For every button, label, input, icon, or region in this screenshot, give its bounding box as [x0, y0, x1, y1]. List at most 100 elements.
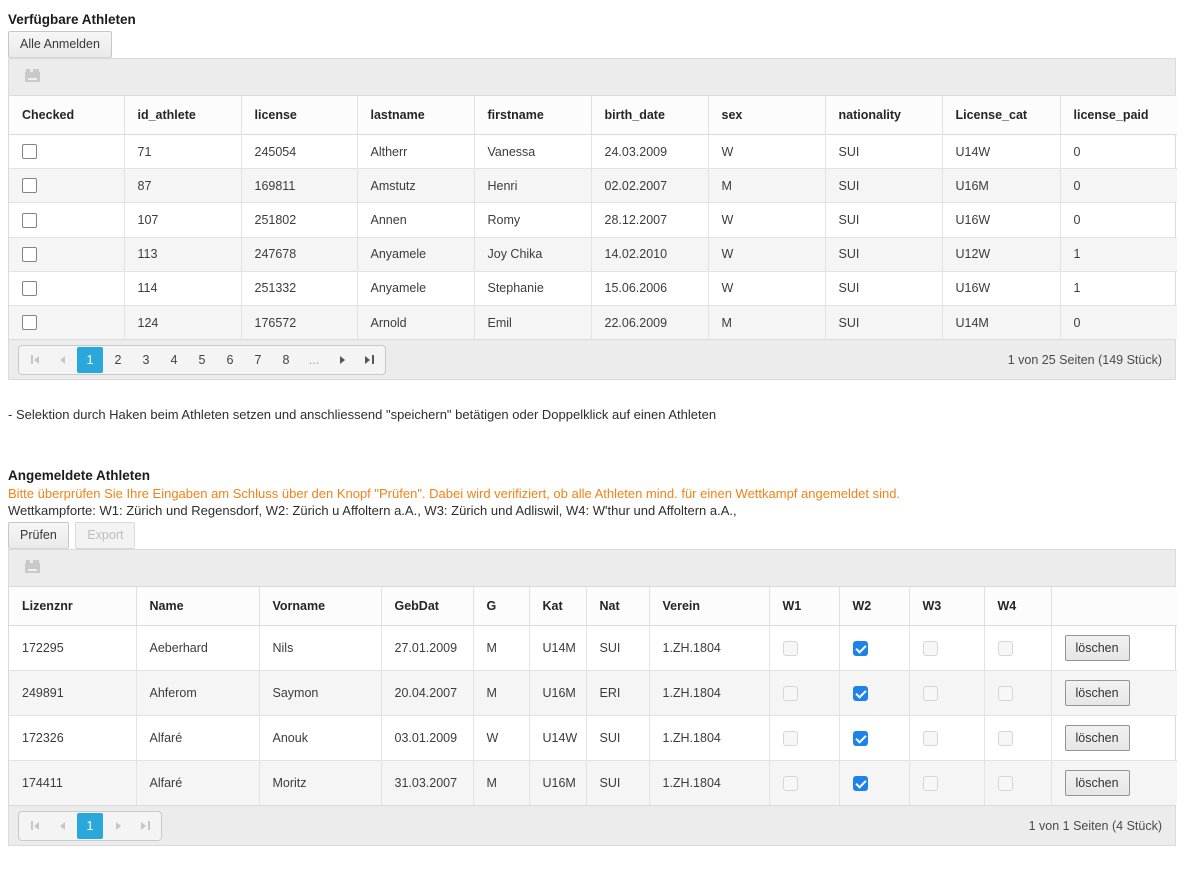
cell-g: M	[473, 626, 529, 671]
previous-page-icon[interactable]	[49, 347, 75, 373]
cell-license: 251802	[241, 203, 357, 237]
row-select-checkbox[interactable]	[22, 315, 37, 330]
cell-id_athlete: 107	[124, 203, 241, 237]
table-row[interactable]: 113247678AnyameleJoy Chika14.02.2010WSUI…	[9, 237, 1177, 271]
save-icon[interactable]	[25, 560, 40, 573]
cell-w2	[839, 716, 909, 761]
w4-checkbox[interactable]	[998, 686, 1013, 701]
pager-page-button-2[interactable]: 2	[105, 347, 131, 373]
column-header-firstname[interactable]: firstname	[474, 96, 591, 135]
column-header-w3[interactable]: W3	[909, 587, 984, 626]
column-header-nat[interactable]: Nat	[586, 587, 649, 626]
table-row[interactable]: 249891AhferomSaymon20.04.2007MU16MERI1.Z…	[9, 671, 1177, 716]
w3-checkbox[interactable]	[923, 641, 938, 656]
w3-checkbox[interactable]	[923, 776, 938, 791]
last-page-icon[interactable]	[133, 813, 159, 839]
column-header-license[interactable]: license	[241, 96, 357, 135]
cell-nationality: SUI	[825, 271, 942, 305]
column-header-verein[interactable]: Verein	[649, 587, 769, 626]
w4-checkbox[interactable]	[998, 776, 1013, 791]
last-page-icon[interactable]	[357, 347, 383, 373]
column-header-vorname[interactable]: Vorname	[259, 587, 381, 626]
cell-birth_date: 24.03.2009	[591, 135, 708, 169]
pager-page-button-1[interactable]: 1	[77, 347, 103, 373]
column-header-nationality[interactable]: nationality	[825, 96, 942, 135]
first-page-icon[interactable]	[21, 813, 47, 839]
column-header-sex[interactable]: sex	[708, 96, 825, 135]
save-icon[interactable]	[25, 69, 40, 82]
column-header-gebdat[interactable]: GebDat	[381, 587, 473, 626]
column-header-g[interactable]: G	[473, 587, 529, 626]
column-header-lizenznr[interactable]: Lizenznr	[9, 587, 136, 626]
pager-buttons: 12345678...	[18, 345, 386, 375]
column-header-lastname[interactable]: lastname	[357, 96, 474, 135]
next-page-icon[interactable]	[329, 347, 355, 373]
delete-button[interactable]: löschen	[1065, 725, 1130, 751]
column-header-license-paid[interactable]: license_paid	[1060, 96, 1177, 135]
table-row[interactable]: 107251802AnnenRomy28.12.2007WSUIU16W0	[9, 203, 1177, 237]
cell-name: Ahferom	[136, 671, 259, 716]
column-header-birth-date[interactable]: birth_date	[591, 96, 708, 135]
cell-license_paid: 1	[1060, 237, 1177, 271]
table-row[interactable]: 172326AlfaréAnouk03.01.2009WU14WSUI1.ZH.…	[9, 716, 1177, 761]
w4-checkbox[interactable]	[998, 641, 1013, 656]
column-header-w2[interactable]: W2	[839, 587, 909, 626]
delete-button[interactable]: löschen	[1065, 635, 1130, 661]
cell-kat: U16M	[529, 671, 586, 716]
column-header-id-athlete[interactable]: id_athlete	[124, 96, 241, 135]
cell-checked	[9, 203, 124, 237]
cell-checked	[9, 169, 124, 203]
w2-checkbox[interactable]	[853, 776, 868, 791]
table-row[interactable]: 71245054AltherrVanessa24.03.2009WSUIU14W…	[9, 135, 1177, 169]
pager-more-button[interactable]: ...	[301, 347, 327, 373]
export-button[interactable]: Export	[75, 522, 135, 549]
pager-page-button-8[interactable]: 8	[273, 347, 299, 373]
pager-page-button-5[interactable]: 5	[189, 347, 215, 373]
w2-checkbox[interactable]	[853, 731, 868, 746]
w4-checkbox[interactable]	[998, 731, 1013, 746]
first-page-icon[interactable]	[21, 347, 47, 373]
header-row: Checked id_athlete license lastname firs…	[9, 96, 1177, 135]
delete-button[interactable]: löschen	[1065, 680, 1130, 706]
row-select-checkbox[interactable]	[22, 144, 37, 159]
cell-w4	[984, 716, 1051, 761]
column-header-license-cat[interactable]: License_cat	[942, 96, 1060, 135]
w1-checkbox[interactable]	[783, 731, 798, 746]
w2-checkbox[interactable]	[853, 686, 868, 701]
row-select-checkbox[interactable]	[22, 178, 37, 193]
delete-button[interactable]: löschen	[1065, 770, 1130, 796]
cell-birth_date: 14.02.2010	[591, 237, 708, 271]
w2-checkbox[interactable]	[853, 641, 868, 656]
cell-birth_date: 15.06.2006	[591, 271, 708, 305]
w1-checkbox[interactable]	[783, 641, 798, 656]
table-row[interactable]: 172295AeberhardNils27.01.2009MU14MSUI1.Z…	[9, 626, 1177, 671]
column-header-name[interactable]: Name	[136, 587, 259, 626]
w3-checkbox[interactable]	[923, 686, 938, 701]
row-select-checkbox[interactable]	[22, 247, 37, 262]
next-page-icon[interactable]	[105, 813, 131, 839]
cell-nat: SUI	[586, 626, 649, 671]
table-row[interactable]: 124176572ArnoldEmil22.06.2009MSUIU14M0	[9, 306, 1177, 340]
w3-checkbox[interactable]	[923, 731, 938, 746]
column-header-w4[interactable]: W4	[984, 587, 1051, 626]
row-select-checkbox[interactable]	[22, 281, 37, 296]
column-header-kat[interactable]: Kat	[529, 587, 586, 626]
pager-page-button-4[interactable]: 4	[161, 347, 187, 373]
table-row[interactable]: 87169811AmstutzHenri02.02.2007MSUIU16M0	[9, 169, 1177, 203]
check-button[interactable]: Prüfen	[8, 522, 69, 549]
enroll-all-button[interactable]: Alle Anmelden	[8, 31, 112, 58]
pager-page-button-7[interactable]: 7	[245, 347, 271, 373]
w1-checkbox[interactable]	[783, 686, 798, 701]
column-header-checked[interactable]: Checked	[9, 96, 124, 135]
pager-page-button-3[interactable]: 3	[133, 347, 159, 373]
table-row[interactable]: 174411AlfaréMoritz31.03.2007MU16MSUI1.ZH…	[9, 761, 1177, 806]
previous-page-icon[interactable]	[49, 813, 75, 839]
w1-checkbox[interactable]	[783, 776, 798, 791]
column-header-w1[interactable]: W1	[769, 587, 839, 626]
cell-g: M	[473, 671, 529, 716]
cell-w3	[909, 761, 984, 806]
pager-page-button-6[interactable]: 6	[217, 347, 243, 373]
row-select-checkbox[interactable]	[22, 213, 37, 228]
table-row[interactable]: 114251332AnyameleStephanie15.06.2006WSUI…	[9, 271, 1177, 305]
pager-page-button-1[interactable]: 1	[77, 813, 103, 839]
